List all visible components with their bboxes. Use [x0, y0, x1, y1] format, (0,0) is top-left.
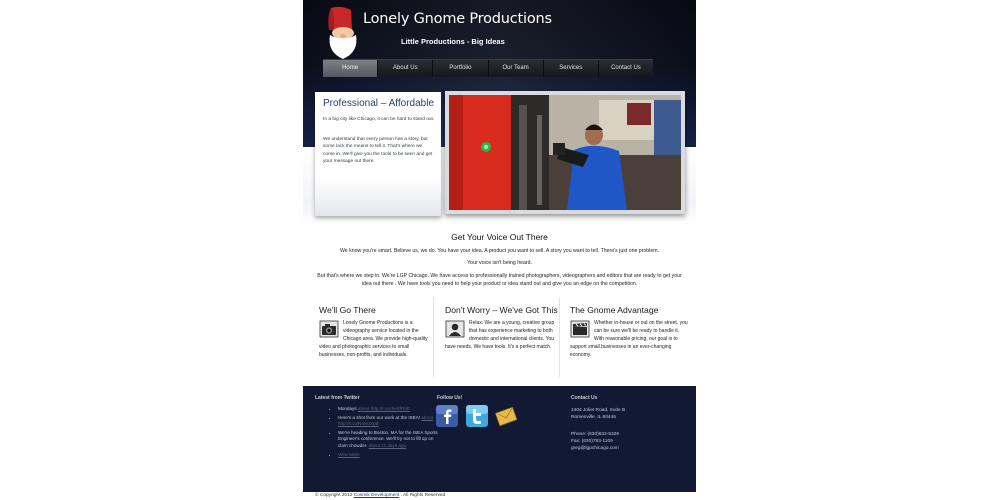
contact-phone: Phone: (630)632-5326	[571, 432, 620, 437]
intro-paragraph: In a big city like Chicago, it can be ha…	[323, 117, 435, 122]
tweet-link[interactable]: about 11 days ago	[369, 443, 406, 448]
tweet-link[interactable]: about http://t.co/JwSfRaE	[358, 406, 410, 411]
tweet-item: View More	[338, 452, 438, 459]
contact-fax: Fax: (630)783-1109	[571, 439, 613, 444]
tweet-text: Here's a shot from our work at the ISEA!	[338, 414, 422, 420]
view-more-link[interactable]: View More	[338, 452, 360, 457]
column-well-go-there: We'll Go There Lonely Gnome Productions …	[319, 305, 437, 370]
nav-services[interactable]: Services	[544, 60, 599, 77]
column-text: Relax. We are a young, creative group th…	[445, 320, 555, 351]
intro-title: Professional – Affordable	[323, 98, 435, 109]
tweet-item: Here's a shot from our work at the ISEA!…	[338, 415, 438, 428]
column-title: We'll Go There	[319, 305, 376, 315]
contact-email[interactable]: greg@lgpchicago.com	[571, 446, 619, 453]
facebook-icon[interactable]	[436, 405, 458, 427]
tweet-item: We're heading to Boston, MA for the ISEA…	[338, 430, 438, 450]
main-paragraph: Your voice isn't being heard.	[467, 260, 532, 266]
site-footer: Latest from Twitter Mondays about http:/…	[303, 386, 696, 492]
copyright-suffix: . All Rights Reserved	[399, 493, 446, 498]
twitter-icon[interactable]	[466, 405, 488, 427]
column-gnome-advantage: The Gnome Advantage Whether in-house or …	[570, 305, 688, 370]
brand-name[interactable]: Lonely Gnome Productions	[363, 11, 552, 27]
gnome-logo-icon[interactable]	[321, 6, 363, 60]
main-nav: Home About Us Portfolio Our Team Service…	[323, 59, 653, 77]
nav-portfolio[interactable]: Portfolio	[433, 60, 489, 77]
intro-paragraph: We understand that every person has a st…	[323, 137, 433, 164]
hero-image-frame	[445, 91, 685, 214]
main-heading: Get Your Voice Out There	[451, 232, 548, 242]
tweet-item: Mondays about http://t.co/JwSfRaE	[338, 406, 438, 413]
column-dont-worry: Don't Worry – We've Got This Relax. We a…	[445, 305, 563, 370]
email-icon[interactable]	[495, 405, 517, 427]
twitter-feed: Mondays about http://t.co/JwSfRaE Here's…	[328, 406, 438, 460]
nav-contact-us[interactable]: Contact Us	[599, 60, 653, 77]
main-paragraph: But that's where we step in. We're LGP C…	[317, 273, 682, 288]
nav-home[interactable]: Home	[323, 60, 379, 77]
nav-our-team[interactable]: Our Team	[489, 60, 544, 77]
nav-about-us[interactable]: About Us	[378, 60, 434, 77]
contact-heading: Contact Us	[571, 395, 598, 401]
copyright-prefix: © Copyright 2012	[315, 493, 354, 498]
contact-address-line: 1404 Joliet Road, Suite B	[571, 408, 626, 413]
follow-heading: Follow Us!	[437, 395, 463, 401]
twitter-heading: Latest from Twitter	[315, 395, 360, 401]
page-container: Lonely Gnome Productions Little Producti…	[303, 0, 696, 500]
column-text: Whether in-house or out on the street, y…	[570, 320, 688, 359]
column-text: Lonely Gnome Productions is a videograph…	[319, 320, 428, 359]
copyright-link[interactable]: Cosmik Development	[354, 493, 400, 498]
column-title: The Gnome Advantage	[570, 305, 659, 315]
hero-photo-videographer	[449, 95, 681, 210]
contact-address-line: Romeoville, IL 60446	[571, 415, 616, 420]
copyright: © Copyright 2012 Cosmik Development . Al…	[315, 493, 445, 498]
column-title: Don't Worry – We've Got This	[445, 305, 558, 315]
tweet-text: Mondays	[338, 406, 358, 411]
intro-panel: Professional – Affordable In a big city …	[315, 92, 441, 216]
brand-tagline: Little Productions - Big Ideas	[401, 37, 505, 46]
main-paragraph: We know you're smart. Believe us, we do.…	[340, 248, 659, 254]
